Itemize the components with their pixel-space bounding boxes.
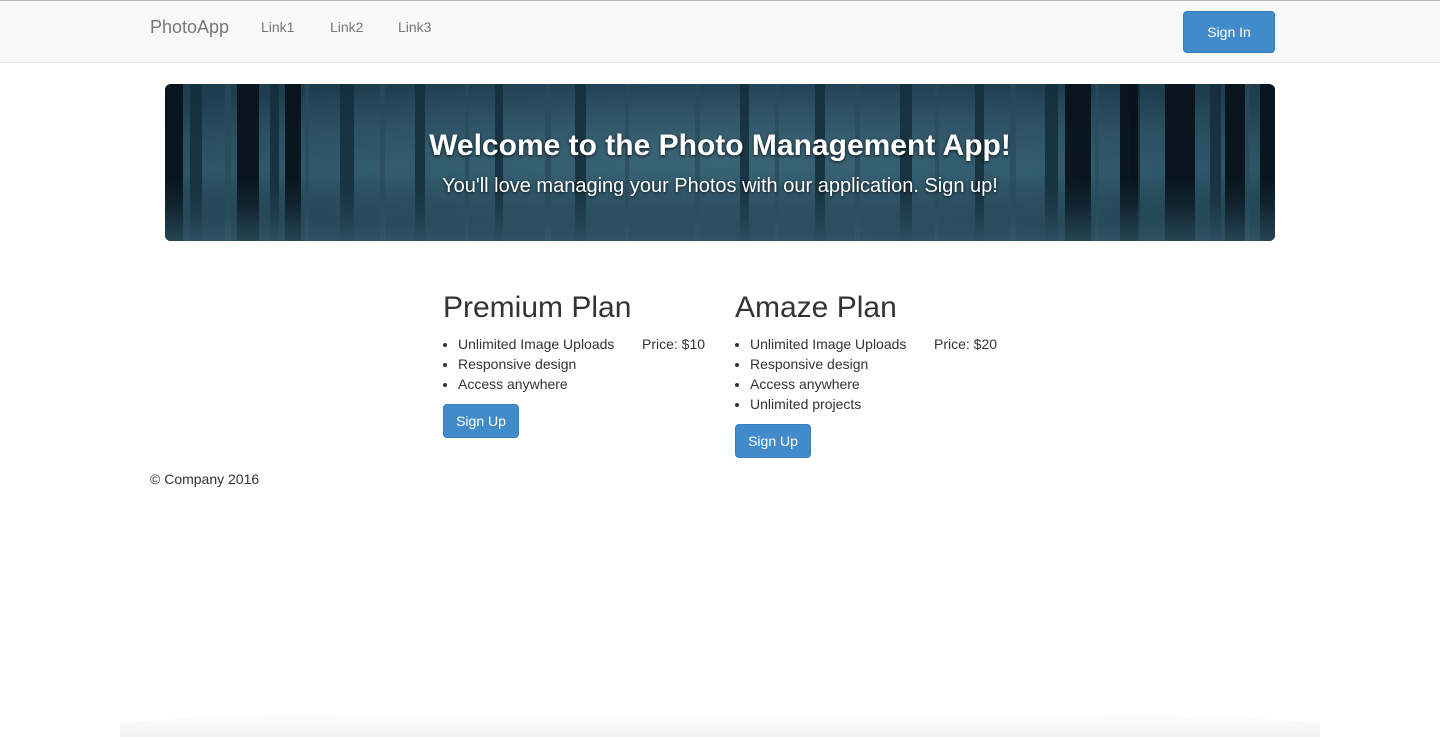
nav-link-3[interactable]: Link3 bbox=[398, 17, 431, 37]
navbar: PhotoApp Link1 Link2 Link3 Sign In bbox=[0, 0, 1440, 63]
plan-price: Price: $10 bbox=[642, 336, 706, 352]
amaze-sign-up-button[interactable]: Sign Up bbox=[735, 424, 811, 458]
plan-feature-item: Access anywhere bbox=[750, 374, 930, 394]
hero-banner: Welcome to the Photo Management App! You… bbox=[165, 84, 1275, 241]
plan-feature-item: Responsive design bbox=[750, 354, 930, 374]
plan-features-list: Unlimited Image Uploads Responsive desig… bbox=[443, 334, 638, 394]
brand-link[interactable]: PhotoApp bbox=[150, 15, 229, 39]
nav-link-1[interactable]: Link1 bbox=[261, 17, 294, 37]
premium-sign-up-button[interactable]: Sign Up bbox=[443, 404, 519, 438]
plan-price: Price: $20 bbox=[934, 336, 998, 352]
plan-features-list: Unlimited Image Uploads Responsive desig… bbox=[735, 334, 930, 414]
plan-title: Premium Plan bbox=[443, 291, 632, 324]
plan-card-amaze: Amaze Plan Unlimited Image Uploads Respo… bbox=[735, 290, 1015, 458]
sign-in-button[interactable]: Sign In bbox=[1183, 11, 1275, 53]
plan-feature-item: Access anywhere bbox=[458, 374, 638, 394]
plan-title: Amaze Plan bbox=[735, 291, 897, 324]
plan-feature-item: Responsive design bbox=[458, 354, 638, 374]
plan-card-premium: Premium Plan Unlimited Image Uploads Res… bbox=[443, 290, 723, 438]
plan-feature-item: Unlimited projects bbox=[750, 394, 930, 414]
nav-link-2[interactable]: Link2 bbox=[330, 17, 363, 37]
plan-feature-item: Unlimited Image Uploads bbox=[458, 334, 638, 354]
window-bottom-shadow bbox=[120, 712, 1320, 737]
page: PhotoApp Link1 Link2 Link3 Sign In Welco… bbox=[0, 0, 1440, 737]
hero-title: Welcome to the Photo Management App! bbox=[429, 129, 1011, 162]
footer-copyright: © Company 2016 bbox=[150, 471, 260, 487]
plan-feature-item: Unlimited Image Uploads bbox=[750, 334, 930, 354]
hero-subtitle: You'll love managing your Photos with ou… bbox=[442, 175, 998, 197]
